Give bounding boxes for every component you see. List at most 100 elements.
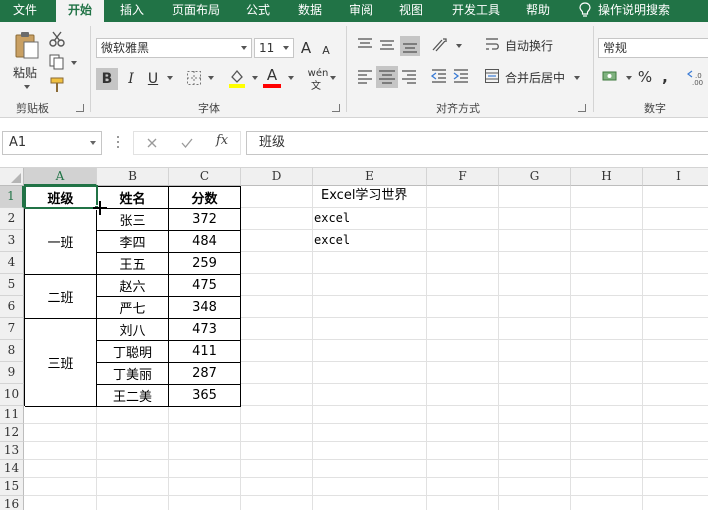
fill-color-dropdown-icon[interactable] — [248, 73, 258, 83]
tab-developer[interactable]: 开发工具 — [444, 0, 508, 22]
font-color-dropdown-icon[interactable] — [284, 73, 294, 83]
wrap-text-icon[interactable] — [484, 36, 500, 54]
merge-dropdown-icon[interactable] — [570, 73, 580, 83]
name-cell[interactable]: 王五 — [97, 253, 169, 275]
clipboard-launcher-icon[interactable] — [76, 104, 84, 112]
class-cell[interactable]: 一班 — [25, 209, 97, 275]
tab-insert[interactable]: 插入 — [110, 0, 154, 22]
tab-review[interactable]: 审阅 — [341, 0, 381, 22]
tab-data[interactable]: 数据 — [290, 0, 330, 22]
row-header-3[interactable]: 3 — [0, 230, 24, 252]
row-header-11[interactable]: 11 — [0, 406, 24, 424]
tab-help[interactable]: 帮助 — [518, 0, 558, 22]
align-bottom-icon[interactable] — [400, 36, 420, 56]
column-header-b[interactable]: B — [97, 168, 169, 186]
score-cell[interactable]: 484 — [169, 231, 241, 253]
cancel-icon[interactable] — [146, 137, 158, 149]
italic-button[interactable]: I — [121, 68, 141, 90]
tab-file[interactable]: 文件 — [0, 0, 50, 22]
row-header-2[interactable]: 2 — [0, 208, 24, 230]
row-header-6[interactable]: 6 — [0, 296, 24, 318]
merge-center-icon[interactable] — [484, 68, 500, 84]
paste-button[interactable]: 粘贴 — [8, 64, 42, 80]
column-header-i[interactable]: I — [643, 168, 708, 186]
insert-function-button[interactable]: fx — [216, 133, 228, 148]
column-header-c[interactable]: C — [169, 168, 241, 186]
column-header-h[interactable]: H — [571, 168, 643, 186]
score-cell[interactable]: 259 — [169, 253, 241, 275]
borders-dropdown-icon[interactable] — [204, 73, 214, 83]
formula-input[interactable]: 班级 — [246, 131, 708, 155]
name-cell[interactable]: 王二美 — [97, 385, 169, 407]
cell-e2[interactable]: excel — [314, 207, 350, 229]
name-cell[interactable]: 赵六 — [97, 275, 169, 297]
header-cell-score[interactable]: 分数 — [169, 187, 241, 209]
class-cell[interactable]: 二班 — [25, 275, 97, 319]
align-center-icon[interactable] — [376, 66, 398, 88]
shrink-font-button[interactable]: A — [318, 40, 334, 60]
name-cell[interactable]: 丁美丽 — [97, 363, 169, 385]
row-header-13[interactable]: 13 — [0, 442, 24, 460]
row-header-9[interactable]: 9 — [0, 362, 24, 384]
header-cell-class[interactable]: 班级 — [25, 187, 97, 209]
column-header-g[interactable]: G — [499, 168, 571, 186]
score-cell[interactable]: 475 — [169, 275, 241, 297]
lightbulb-icon[interactable] — [578, 2, 592, 18]
column-header-a[interactable]: A — [24, 168, 97, 186]
underline-dropdown-icon[interactable] — [163, 73, 173, 83]
row-header-5[interactable]: 5 — [0, 274, 24, 296]
column-header-e[interactable]: E — [313, 168, 427, 186]
tab-formulas[interactable]: 公式 — [238, 0, 278, 22]
name-cell[interactable]: 张三 — [97, 209, 169, 231]
score-cell[interactable]: 372 — [169, 209, 241, 231]
format-painter-icon[interactable] — [48, 76, 66, 94]
align-top-icon[interactable] — [356, 36, 374, 52]
comma-style-icon[interactable]: , — [660, 66, 670, 88]
enter-check-icon[interactable] — [180, 137, 194, 149]
accounting-format-icon[interactable] — [602, 68, 620, 84]
select-all-button[interactable] — [0, 168, 24, 186]
worksheet-grid[interactable]: A B C D E F G H I 1 2 3 4 5 6 7 8 9 10 1… — [0, 168, 708, 510]
row-header-16[interactable]: 16 — [0, 496, 24, 510]
number-format-combo[interactable]: 常规 — [598, 38, 708, 58]
cell-e3[interactable]: excel — [314, 229, 350, 251]
class-cell[interactable]: 三班 — [25, 319, 97, 407]
align-left-icon[interactable] — [356, 68, 374, 84]
align-right-icon[interactable] — [400, 68, 418, 84]
score-cell[interactable]: 348 — [169, 297, 241, 319]
fill-color-icon[interactable] — [228, 68, 246, 88]
wrap-text-button[interactable]: 自动换行 — [502, 36, 556, 54]
header-cell-name[interactable]: 姓名 — [97, 187, 169, 209]
row-header-10[interactable]: 10 — [0, 384, 24, 406]
orientation-icon[interactable] — [430, 36, 452, 54]
cell-e1[interactable]: Excel学习世界 — [321, 185, 407, 207]
name-cell[interactable]: 丁聪明 — [97, 341, 169, 363]
score-cell[interactable]: 473 — [169, 319, 241, 341]
score-cell[interactable]: 411 — [169, 341, 241, 363]
grow-font-button[interactable]: A — [298, 38, 314, 58]
tab-page-layout[interactable]: 页面布局 — [164, 0, 228, 22]
phonetic-dropdown-icon[interactable] — [326, 73, 336, 83]
font-size-combo[interactable]: 11 — [254, 38, 294, 58]
align-middle-icon[interactable] — [378, 36, 396, 52]
row-header-15[interactable]: 15 — [0, 478, 24, 496]
borders-icon[interactable] — [186, 70, 202, 86]
increase-decimal-icon[interactable]: .0.00 — [686, 68, 708, 86]
accounting-dropdown-icon[interactable] — [622, 73, 632, 83]
cut-icon[interactable] — [48, 30, 66, 48]
row-header-7[interactable]: 7 — [0, 318, 24, 340]
decrease-indent-icon[interactable] — [430, 68, 448, 84]
name-cell[interactable]: 李四 — [97, 231, 169, 253]
row-header-12[interactable]: 12 — [0, 424, 24, 442]
alignment-launcher-icon[interactable] — [578, 104, 586, 112]
row-header-4[interactable]: 4 — [0, 252, 24, 274]
formula-bar-grip[interactable] — [117, 136, 120, 150]
row-header-8[interactable]: 8 — [0, 340, 24, 362]
name-cell[interactable]: 严七 — [97, 297, 169, 319]
name-cell[interactable]: 刘八 — [97, 319, 169, 341]
tab-home[interactable]: 开始 — [56, 0, 104, 22]
font-launcher-icon[interactable] — [332, 104, 340, 112]
percent-style-button[interactable]: % — [636, 66, 654, 88]
paste-dropdown-icon[interactable] — [20, 82, 30, 92]
score-cell[interactable]: 287 — [169, 363, 241, 385]
